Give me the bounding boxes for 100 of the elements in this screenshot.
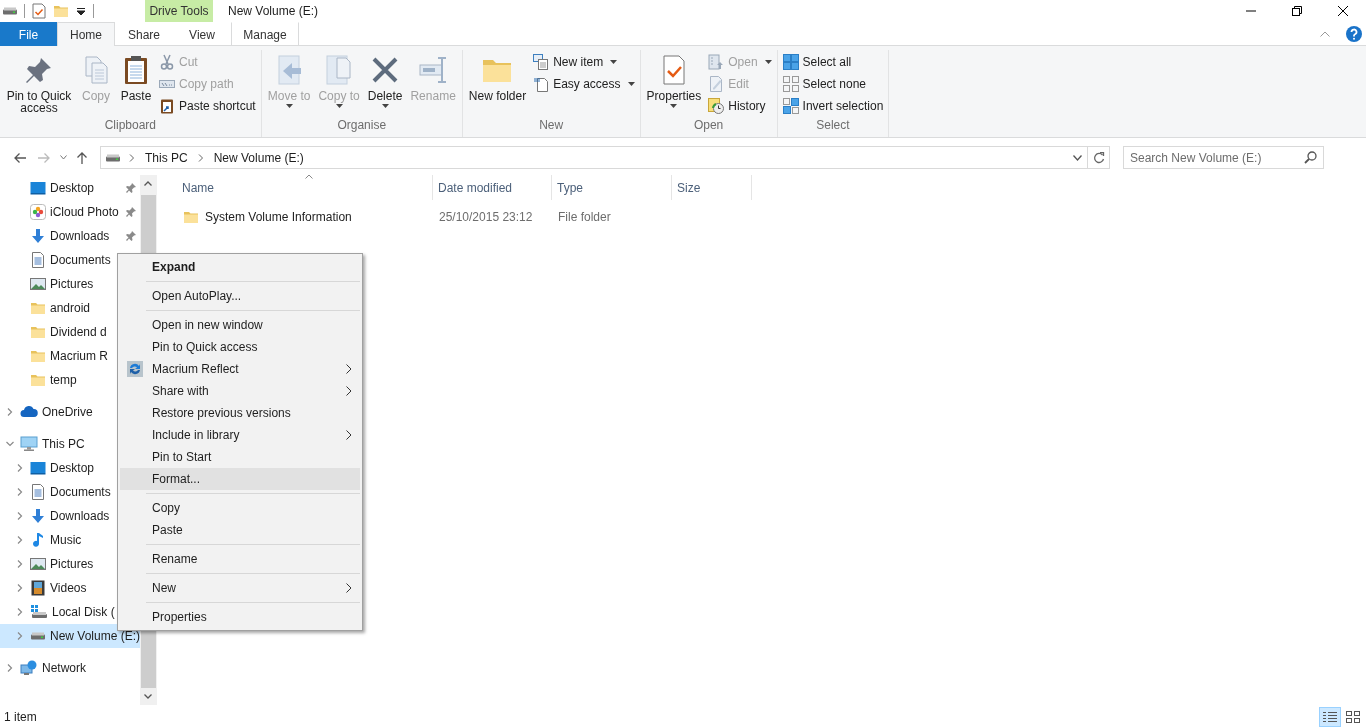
new-item-icon xyxy=(533,54,550,70)
sync-arrows-icon xyxy=(127,361,143,377)
nav-item[interactable]: iCloud Photo xyxy=(0,200,140,224)
menu-item[interactable]: Expand xyxy=(120,256,360,278)
search-field[interactable]: Search New Volume (E:) xyxy=(1123,146,1324,169)
monitor-icon xyxy=(30,460,46,476)
ribbon-tab[interactable]: View xyxy=(173,22,231,46)
shortcut-icon xyxy=(159,98,175,114)
ribbon-button[interactable]: New folder xyxy=(465,50,530,117)
folder-icon xyxy=(30,300,46,316)
menu-item[interactable]: Pin to Quick access xyxy=(120,336,360,358)
landscape-icon xyxy=(30,276,46,292)
folder-icon xyxy=(30,372,46,388)
landscape-icon xyxy=(30,556,46,572)
close-icon xyxy=(1338,6,1348,16)
breadcrumb[interactable]: This PC xyxy=(143,150,190,165)
menu-item[interactable]: Macrium Reflect xyxy=(120,358,360,380)
folder-icon xyxy=(30,324,46,340)
system-drive-icon xyxy=(30,604,48,620)
chevron-right-icon[interactable] xyxy=(16,560,24,568)
file-name[interactable]: System Volume Information xyxy=(205,210,352,224)
drive-icon xyxy=(105,153,121,162)
down-arrow-icon xyxy=(30,508,46,524)
drive-icon xyxy=(30,632,46,640)
ribbon-button[interactable]: History xyxy=(706,98,774,114)
select-all-icon xyxy=(782,54,799,70)
ribbon-button[interactable]: Properties xyxy=(643,50,705,117)
up-arrow-icon xyxy=(76,150,88,165)
menu-item[interactable]: Format... xyxy=(120,468,360,490)
chevron-right-icon[interactable] xyxy=(16,608,24,616)
document-icon xyxy=(30,484,46,500)
address-bar[interactable]: This PC New Volume (E:) xyxy=(100,146,1110,169)
chevron-right-icon[interactable] xyxy=(16,632,24,640)
back-arrow-icon xyxy=(13,151,27,164)
chevron-right-icon[interactable] xyxy=(16,536,24,544)
ribbon-tab[interactable]: Home xyxy=(57,22,115,46)
open-icon xyxy=(708,54,725,70)
chevron-up-icon xyxy=(144,181,152,186)
date-cell-text: 25/10/2015 23:12 xyxy=(438,210,534,224)
chevron-down-icon xyxy=(59,155,67,160)
nav-item[interactable]: Downloads xyxy=(0,224,140,248)
tab-group-label: Drive Tools xyxy=(145,0,213,22)
ribbon-button[interactable]: Select all xyxy=(780,54,886,70)
properties-icon xyxy=(32,3,46,19)
menu-item[interactable]: Open AutoPlay... xyxy=(120,285,360,307)
cloud-icon xyxy=(20,404,38,420)
network-icon xyxy=(20,660,38,676)
ribbon-button[interactable]: New item xyxy=(531,54,637,70)
list-icon xyxy=(1323,710,1337,723)
chevron-right-icon[interactable] xyxy=(6,664,14,672)
flower-icon xyxy=(30,204,46,220)
nav-item[interactable]: New Volume (E:) xyxy=(0,624,140,648)
folder-icon xyxy=(30,348,46,364)
ribbon-button[interactable]: Paste shortcut xyxy=(157,98,258,114)
nav-item[interactable]: Network xyxy=(0,656,140,680)
music-note-icon xyxy=(30,532,46,548)
edit-icon xyxy=(708,76,725,92)
chevron-up-icon xyxy=(1320,30,1330,37)
column-header[interactable]: Size xyxy=(672,175,752,200)
chevron-right-icon[interactable] xyxy=(16,488,24,496)
ribbon-button[interactable]: Invert selection xyxy=(780,98,886,114)
chevron-down-icon xyxy=(1072,154,1082,161)
details-view-button[interactable] xyxy=(1319,706,1341,727)
menu-item[interactable]: Share with xyxy=(120,380,360,402)
document-icon xyxy=(30,252,46,268)
computer-icon xyxy=(20,436,38,452)
ribbon-tab[interactable]: File xyxy=(0,22,57,46)
menu-item[interactable]: New xyxy=(120,577,360,599)
ribbon-button[interactable]: Pin to Quick access xyxy=(3,50,75,117)
chevron-right-icon[interactable] xyxy=(16,512,24,520)
column-header[interactable]: Type xyxy=(552,175,672,200)
drive-icon xyxy=(2,7,18,15)
window-title: New Volume (E:) xyxy=(228,4,319,18)
film-icon xyxy=(30,580,46,596)
history-icon xyxy=(708,98,725,114)
column-header[interactable]: Date modified xyxy=(433,175,552,200)
ribbon-button[interactable]: Delete xyxy=(364,50,406,117)
restore-icon xyxy=(1292,6,1302,16)
type-cell-text: File folder xyxy=(557,210,612,224)
group-label: Select xyxy=(815,117,851,134)
group-label: Open xyxy=(692,117,725,134)
ribbon-button[interactable]: Paste xyxy=(117,50,155,117)
chevron-right-icon[interactable] xyxy=(16,464,24,472)
nav-item[interactable]: Desktop xyxy=(0,176,140,200)
chevron-right-icon[interactable] xyxy=(16,584,24,592)
breadcrumb[interactable]: New Volume (E:) xyxy=(211,150,306,165)
chevron-right-icon[interactable] xyxy=(6,408,14,416)
easy-access-icon xyxy=(533,76,550,92)
chevron-down-icon[interactable] xyxy=(6,440,14,448)
ribbon-button[interactable]: Select none xyxy=(780,76,886,92)
help-icon xyxy=(1346,25,1362,42)
down-arrow-icon xyxy=(30,228,46,244)
group-label: Organise xyxy=(336,117,388,134)
column-header[interactable]: Name xyxy=(177,175,433,200)
chevron-down-icon xyxy=(144,694,152,699)
ribbon-button[interactable]: Easy access xyxy=(531,76,637,92)
item-count: 1 item xyxy=(4,709,37,724)
scissors-icon xyxy=(159,54,175,70)
menu-item[interactable]: Open in new window xyxy=(120,314,360,336)
ribbon-tab[interactable]: Share xyxy=(115,22,173,46)
